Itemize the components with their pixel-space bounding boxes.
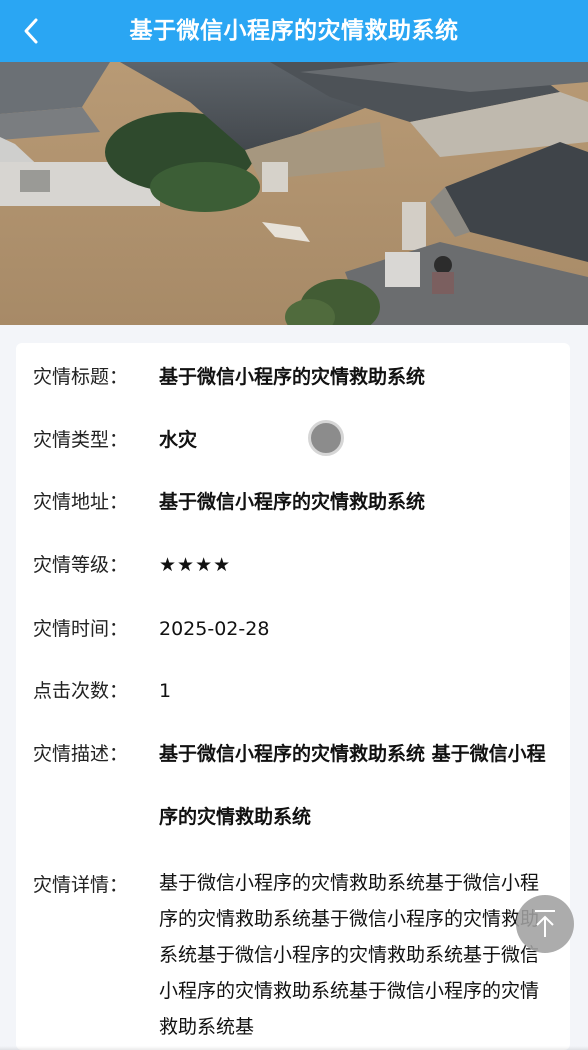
address-value: 基于微信小程序的灾情救助系统 (159, 491, 426, 513)
disaster-photo (0, 62, 588, 325)
time-label: 灾情时间： (33, 618, 129, 640)
address-label: 灾情地址： (33, 491, 129, 513)
description-label: 灾情描述： (33, 743, 129, 765)
detail-row-detail: 灾情详情： 基于微信小程序的灾情救助系统基于微信小程序的灾情救助系统基于微信小程… (16, 865, 570, 1050)
clicks-label: 点击次数： (33, 680, 129, 702)
type-label: 灾情类型： (33, 429, 129, 451)
time-value: 2025-02-28 (159, 618, 270, 640)
back-to-top-button[interactable] (516, 895, 574, 953)
type-value: 水灾 (159, 429, 198, 451)
star-rating: ★★★★ (159, 554, 232, 576)
page-title: 基于微信小程序的灾情救助系统 (129, 18, 459, 44)
detail-row-description: 灾情描述： 基于微信小程序的灾情救助系统 基于微信小程序的灾情救助系统 (16, 723, 570, 849)
title-value: 基于微信小程序的灾情救助系统 (159, 366, 426, 388)
clicks-value: 1 (159, 680, 172, 702)
level-label: 灾情等级： (33, 554, 129, 576)
detail-value: 基于微信小程序的灾情救助系统基于微信小程序的灾情救助系统基于微信小程序的灾情救助… (159, 872, 540, 1038)
title-label: 灾情标题： (33, 366, 129, 388)
floating-touch-indicator (308, 420, 344, 456)
flood-photo-illustration (0, 62, 588, 325)
app-header: 基于微信小程序的灾情救助系统 (0, 0, 588, 62)
description-value: 基于微信小程序的灾情救助系统 基于微信小程序的灾情救助系统 (159, 743, 546, 828)
disaster-detail-card: 灾情标题： 基于微信小程序的灾情救助系统 灾情类型： 水灾 灾情地址： 基于微信… (16, 343, 570, 1050)
detail-label: 灾情详情： (33, 874, 129, 896)
arrow-up-icon (535, 910, 555, 937)
bottom-edge-shadow (0, 1046, 588, 1050)
